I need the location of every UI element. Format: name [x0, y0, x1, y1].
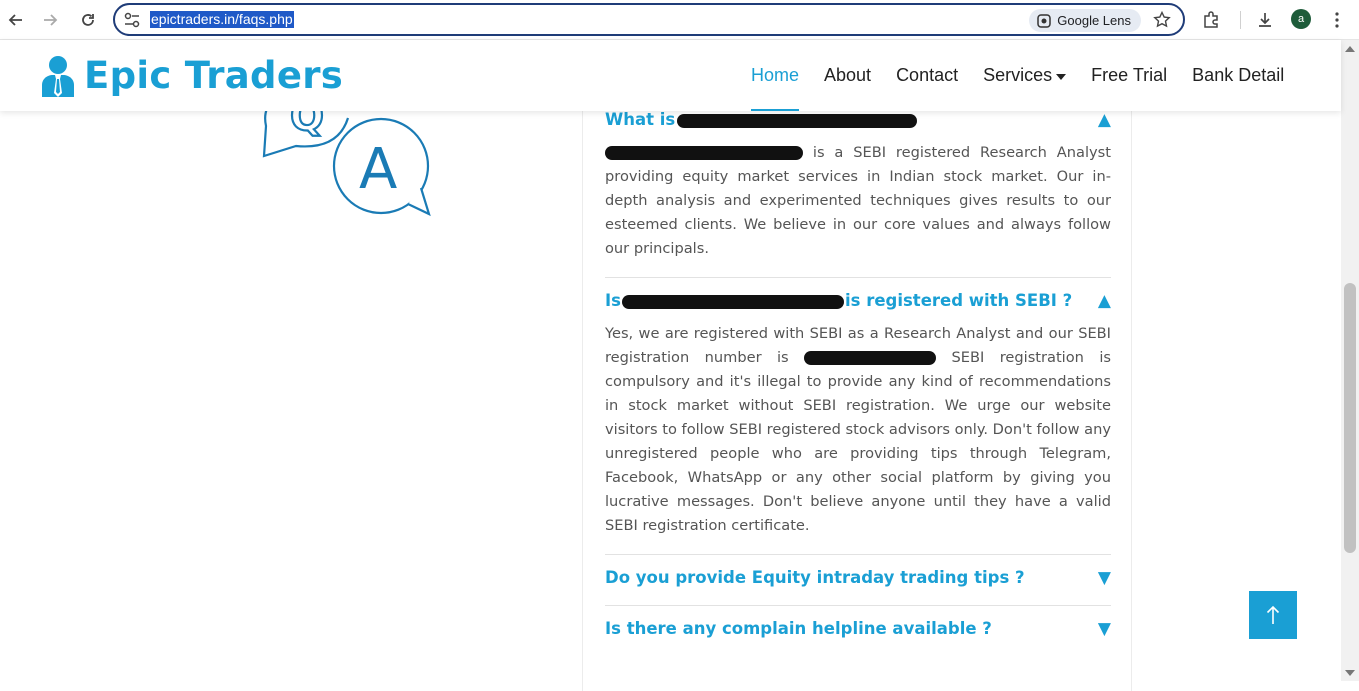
nav-contact[interactable]: Contact — [896, 40, 958, 111]
collapse-arrow-icon[interactable]: ▲ — [1098, 110, 1111, 130]
arrow-up-icon — [1266, 605, 1280, 624]
qa-letter-a: A — [359, 137, 397, 202]
puzzle-icon — [1204, 11, 1218, 28]
faq-answer-1-text: is a SEBI registered Research Analyst pr… — [605, 144, 1112, 257]
faq-answer-2: Yes, we are registered with SEBI as a Re… — [605, 322, 1111, 538]
kebab-menu-icon — [1335, 12, 1339, 28]
faq-answer-1: is a SEBI registered Research Analyst pr… — [605, 141, 1111, 261]
main-nav: Home About Contact Services Free Trial B… — [751, 40, 1309, 111]
faq-question-1-prefix: What is — [605, 110, 676, 129]
trader-person-icon — [42, 55, 74, 97]
redacted-company-name — [621, 294, 844, 309]
brand-logo[interactable]: Epic Traders — [40, 54, 343, 97]
page-scrollbar[interactable] — [1341, 40, 1359, 681]
nav-bank-detail[interactable]: Bank Detail — [1192, 40, 1284, 111]
bookmark-star-icon[interactable] — [1153, 11, 1171, 29]
back-button[interactable] — [4, 8, 28, 32]
toolbar-separator — [1240, 11, 1241, 29]
faq-item-4: Is there any complain helpline available… — [605, 619, 1111, 639]
lens-icon — [1037, 13, 1052, 28]
arrow-right-icon — [44, 14, 58, 26]
faq-question-3[interactable]: Do you provide Equity intraday trading t… — [605, 568, 1111, 588]
faq-question-4-text: Is there any complain helpline available… — [605, 619, 992, 638]
google-lens-label: Google Lens — [1057, 13, 1131, 28]
redacted-company-name — [605, 146, 803, 160]
nav-free-trial[interactable]: Free Trial — [1091, 40, 1167, 111]
faq-item-3: Do you provide Equity intraday trading t… — [605, 568, 1111, 588]
faq-question-2-suffix: is registered with SEBI ? — [844, 291, 1073, 310]
address-bar[interactable]: epictraders.in/faqs.php Google Lens — [113, 3, 1185, 36]
scrollbar-thumb[interactable] — [1344, 283, 1356, 553]
scroll-down-arrow-icon[interactable] — [1345, 670, 1355, 676]
profile-avatar[interactable]: a — [1291, 9, 1311, 29]
download-icon — [1259, 13, 1271, 27]
caret-down-icon — [1056, 73, 1067, 80]
faq-divider — [605, 605, 1111, 606]
faq-item-2: Is is registered with SEBI ? ▲ Yes, we ar… — [605, 291, 1111, 538]
nav-about[interactable]: About — [824, 40, 871, 111]
browser-toolbar: epictraders.in/faqs.php Google Lens a — [0, 0, 1359, 40]
nav-services-label: Services — [983, 65, 1053, 85]
reload-icon — [82, 14, 94, 26]
downloads-button[interactable] — [1254, 9, 1276, 31]
nav-home[interactable]: Home — [751, 40, 800, 111]
faq-question-3-text: Do you provide Equity intraday trading t… — [605, 568, 1025, 587]
expand-arrow-icon[interactable]: ▼ — [1098, 568, 1111, 588]
faq-answer-2-text: SEBI registration is compulsory and it's… — [605, 349, 1111, 534]
collapse-arrow-icon[interactable]: ▲ — [1098, 291, 1111, 311]
faq-question-4[interactable]: Is there any complain helpline available… — [605, 619, 1111, 639]
faq-question-1[interactable]: What is ▲ — [605, 110, 1111, 130]
extensions-button[interactable] — [1200, 9, 1222, 31]
forward-button[interactable] — [38, 8, 62, 32]
faq-question-2-prefix: Is — [605, 291, 621, 310]
faq-divider — [605, 277, 1111, 278]
faq-item-1: What is ▲ is a SEBI registered Research … — [605, 110, 1111, 261]
redacted-registration-number — [804, 351, 937, 365]
redacted-company-name — [677, 113, 918, 128]
reload-button[interactable] — [76, 8, 100, 32]
browser-menu-button[interactable] — [1326, 9, 1348, 31]
site-settings-icon[interactable] — [123, 11, 141, 29]
arrow-left-icon — [8, 14, 22, 26]
faq-divider — [605, 554, 1111, 555]
brand-name: Epic Traders — [84, 54, 344, 97]
nav-services[interactable]: Services — [983, 40, 1067, 111]
faq-question-2[interactable]: Is is registered with SEBI ? ▲ — [605, 291, 1111, 311]
site-header: Epic Traders Home About Contact Services… — [0, 40, 1341, 111]
expand-arrow-icon[interactable]: ▼ — [1098, 619, 1111, 639]
scroll-up-arrow-icon[interactable] — [1345, 46, 1355, 52]
back-to-top-button[interactable] — [1249, 591, 1297, 639]
url-text[interactable]: epictraders.in/faqs.php — [150, 11, 294, 28]
google-lens-button[interactable]: Google Lens — [1029, 9, 1141, 32]
